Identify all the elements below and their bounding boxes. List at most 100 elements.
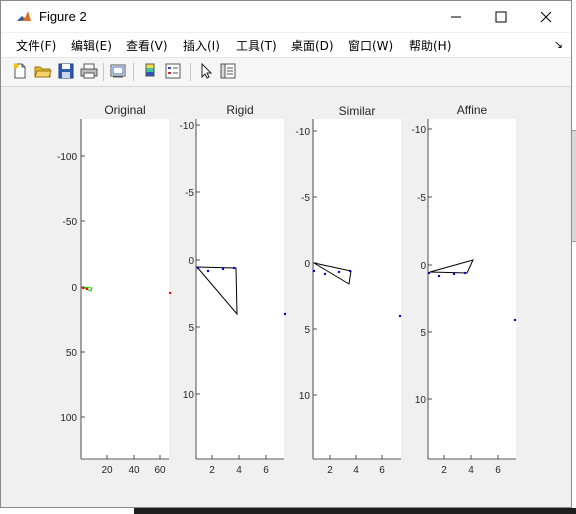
y-tick-label: 0 [188, 256, 194, 267]
new-figure-icon[interactable] [11, 62, 29, 80]
data-point [513, 318, 517, 322]
window-title: Figure 2 [39, 9, 87, 24]
pointer-icon[interactable] [197, 62, 215, 80]
axes-affine[interactable]: Affine -10 -5 0 5 10 2 4 6 [412, 103, 517, 476]
data-point [221, 267, 225, 271]
open-file-icon[interactable] [34, 62, 52, 80]
data-point [427, 271, 431, 275]
y-tick-label: -10 [180, 121, 195, 132]
data-point [437, 274, 441, 278]
axes-original[interactable]: Original -100 -50 0 50 100 20 40 60 [57, 103, 172, 476]
plot-title: Affine [457, 103, 488, 117]
y-tick-label: 50 [66, 348, 78, 359]
y-tick-label: -100 [57, 152, 77, 163]
toolbar-separator [103, 63, 104, 81]
y-tick-label: -5 [417, 193, 426, 204]
desktop-taskbar-edge [134, 508, 576, 514]
y-tick-label: -10 [412, 125, 427, 136]
x-tick-label: 2 [441, 465, 447, 476]
axes-background [81, 119, 169, 459]
menu-help[interactable]: 帮助(H) [409, 37, 451, 54]
y-tick-label: 0 [71, 283, 77, 294]
x-tick-label: 2 [209, 465, 215, 476]
y-tick-label: 10 [415, 395, 427, 406]
y-tick-label: 100 [60, 413, 77, 424]
menu-desktop[interactable]: 桌面(D) [291, 37, 334, 54]
x-tick-label: 40 [128, 465, 140, 476]
data-point [337, 270, 341, 274]
x-tick-label: 6 [263, 465, 269, 476]
x-tick-label: 4 [236, 465, 242, 476]
menu-view[interactable]: 查看(V) [126, 37, 168, 54]
desktop-background [0, 508, 134, 514]
data-point [168, 291, 172, 295]
figure-toolbar [1, 58, 571, 87]
x-tick-label: 4 [468, 465, 474, 476]
y-tick-label: 0 [420, 261, 426, 272]
plot-title: Similar [339, 104, 376, 118]
menu-file[interactable]: 文件(F) [16, 37, 56, 54]
data-point [206, 269, 210, 273]
x-tick-label: 6 [379, 465, 385, 476]
property-inspector-icon[interactable] [219, 62, 237, 80]
figure-window: Figure 2 文件(F) 编辑(E) 查看(V) 插入(I) 工具(T) 桌… [0, 0, 572, 508]
x-tick-label: 4 [353, 465, 359, 476]
legend-icon[interactable] [164, 62, 182, 80]
y-tick-label: -10 [296, 127, 311, 138]
data-point [398, 314, 402, 318]
axes-rigid[interactable]: Rigid -10 -5 0 5 10 2 4 6 [180, 103, 287, 476]
data-point [196, 266, 200, 270]
x-tick-label: 2 [327, 465, 333, 476]
y-tick-label: 5 [188, 323, 194, 334]
close-icon [540, 11, 551, 22]
menu-edit[interactable]: 编辑(E) [71, 37, 112, 54]
maximize-button[interactable] [478, 1, 523, 32]
toolbar-separator [190, 63, 191, 81]
menu-tools[interactable]: 工具(T) [236, 37, 277, 54]
x-tick-label: 6 [495, 465, 501, 476]
axes-background [196, 119, 284, 459]
data-point [452, 272, 456, 276]
y-tick-label: 0 [304, 259, 310, 270]
plot-title: Rigid [226, 103, 253, 117]
data-point [463, 271, 467, 275]
data-point [312, 269, 316, 273]
y-tick-label: 10 [299, 391, 311, 402]
y-tick-label: -5 [185, 188, 194, 199]
save-icon[interactable] [57, 62, 75, 80]
data-point [85, 287, 89, 291]
print-icon[interactable] [80, 62, 98, 80]
dock-arrow-icon[interactable]: ↘ [554, 38, 563, 51]
background-window-edge [572, 130, 576, 242]
data-point [323, 272, 327, 276]
close-button[interactable] [523, 1, 568, 32]
minimize-icon [450, 16, 461, 17]
toolbar-separator [133, 63, 134, 81]
subplots: Original -100 -50 0 50 100 20 40 60 Rigi… [57, 103, 517, 476]
y-tick-label: -50 [63, 217, 78, 228]
data-point [81, 286, 85, 290]
x-tick-label: 60 [154, 465, 166, 476]
data-point [232, 266, 236, 270]
data-point [348, 269, 352, 273]
colorbar-icon[interactable] [141, 62, 159, 80]
y-tick-label: 5 [304, 325, 310, 336]
x-tick-label: 20 [101, 465, 113, 476]
y-tick-label: -5 [301, 193, 310, 204]
axes-similar[interactable]: Similar -10 -5 0 5 10 2 4 6 [296, 104, 402, 476]
plot-title: Original [104, 103, 145, 117]
menu-insert[interactable]: 插入(I) [183, 37, 220, 54]
minimize-button[interactable] [433, 1, 478, 32]
link-plot-icon[interactable] [109, 62, 127, 80]
data-point [283, 312, 287, 316]
maximize-icon [495, 11, 506, 22]
y-tick-label: 10 [183, 390, 195, 401]
axes-background [313, 119, 401, 459]
y-tick-label: 5 [420, 328, 426, 339]
title-bar: Figure 2 [1, 1, 571, 32]
matlab-icon [16, 9, 32, 25]
figure-canvas: Original -100 -50 0 50 100 20 40 60 Rigi… [8, 87, 570, 507]
menu-bar: 文件(F) 编辑(E) 查看(V) 插入(I) 工具(T) 桌面(D) 窗口(W… [1, 33, 571, 58]
menu-window[interactable]: 窗口(W) [348, 37, 393, 54]
axes-background [428, 119, 516, 459]
